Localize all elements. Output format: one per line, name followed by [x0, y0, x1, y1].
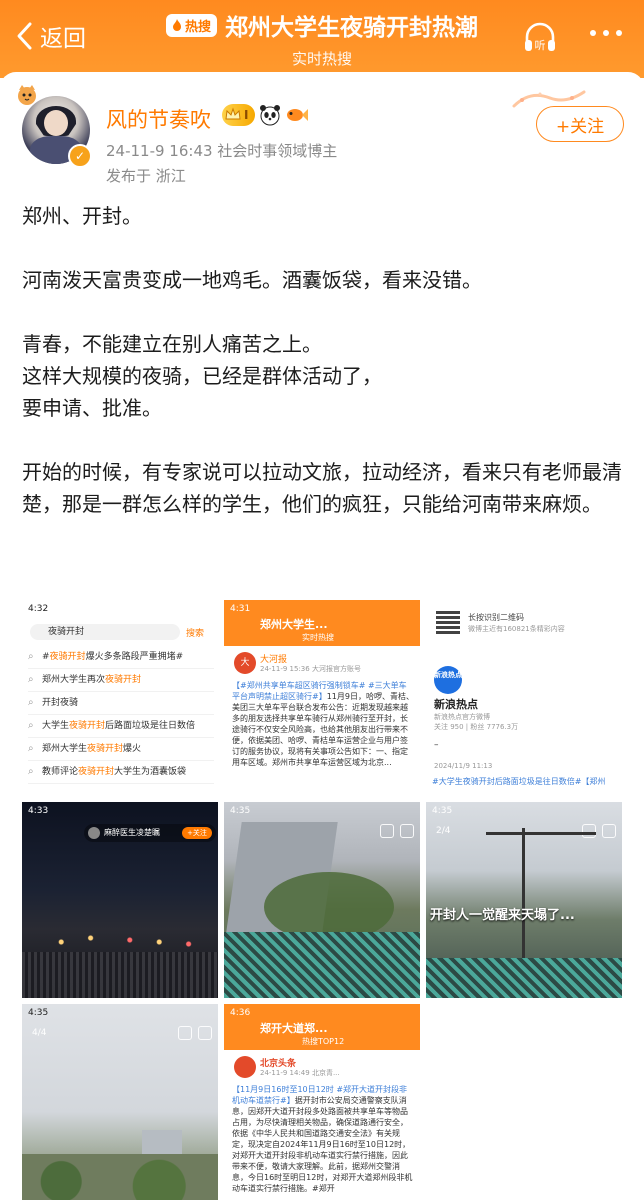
- header-title-block: 热搜 郑州大学生夜骑开封热潮 实时热搜: [140, 8, 504, 69]
- page-subtitle: 实时热搜: [291, 50, 352, 68]
- suggestion-list: #夜骑开封爆火多条路段严重拥堵#郑州大学生再次夜骑开封开封夜骑大学生夜骑开封后路…: [28, 646, 214, 784]
- image-sky-trees[interactable]: 4:35 4/4: [22, 1004, 218, 1200]
- suggestion-item: 开封夜骑: [28, 692, 214, 715]
- goldfish-icon: [287, 109, 309, 121]
- image-bikes-street[interactable]: 4:35: [224, 802, 420, 998]
- qr-code-icon: [436, 610, 460, 634]
- page-title: 郑州大学生夜骑开封热潮: [225, 15, 478, 41]
- listen-button[interactable]: 听: [522, 20, 558, 56]
- post-body: 郑州、开封。 河南泼天富贵变成一地鸡毛。酒囊饭袋，看来没错。 青春，不能建立在别…: [22, 200, 626, 520]
- suggestion-item: #夜骑开封爆火多条路段严重拥堵#: [28, 646, 214, 669]
- search-input: 夜骑开封: [30, 624, 180, 640]
- image-street-caption[interactable]: 4:35 2/4 开封人一觉醒来天塌了...: [426, 802, 622, 998]
- follow-button[interactable]: +关注: [536, 106, 624, 142]
- image-news-card[interactable]: 长按识别二维码 微博主近有160821条精彩内容 新浪热点 新浪热点 新浪热点官…: [426, 600, 622, 796]
- level-badge[interactable]: I: [222, 104, 256, 126]
- hot-search-header: 返回 热搜 郑州大学生夜骑开封热潮 实时热搜 听: [0, 0, 644, 78]
- verified-badge: ✓: [68, 144, 92, 168]
- panda-icon: [260, 105, 281, 126]
- dot-icon: [590, 30, 596, 36]
- image-notice-screenshot[interactable]: 4:31 郑州大学生... 实时热搜 大 大河报 24-11-9 15:36 大…: [224, 600, 420, 796]
- expand-icon: [380, 824, 394, 838]
- fire-icon: [172, 19, 181, 31]
- post-meta: 24-11-9 16:43 社会时事领域博主: [106, 142, 338, 160]
- video-author-chip: 麻醉医生凌楚瞩 +关注: [84, 824, 216, 842]
- avatar: [88, 827, 100, 839]
- post-paragraph: 青春，不能建立在别人痛苦之上。 这样大规模的夜骑，已经是群体活动了， 要申请、批…: [22, 332, 382, 420]
- post-paragraph: 开始的时候，有专家说可以拉动文旅，拉动经济，看来只有老师最清楚，那是一群怎么样的…: [22, 460, 622, 516]
- source-logo-icon: 大: [234, 652, 256, 674]
- back-button[interactable]: 返回: [14, 16, 86, 56]
- hot-search-badge: 热搜: [165, 13, 217, 37]
- crown-icon: [225, 107, 241, 120]
- suggestion-item: 教师评论夜骑开封大学生为酒囊饭袋: [28, 761, 214, 784]
- post-paragraph: 河南泼天富贵变成一地鸡毛。酒囊饭袋，看来没错。: [22, 268, 482, 292]
- cat-badge-icon: [18, 85, 36, 105]
- username[interactable]: 风的节奏吹: [106, 104, 211, 134]
- headphones-icon: 听: [525, 22, 555, 52]
- post-location: 发布于 浙江: [106, 167, 186, 185]
- chevron-left-icon: [17, 22, 32, 50]
- post-paragraph: 郑州、开封。: [22, 204, 142, 228]
- image-search-screenshot[interactable]: 4:32 夜骑开封 搜索 #夜骑开封爆火多条路段严重拥堵#郑州大学生再次夜骑开封…: [22, 600, 218, 796]
- sina-logo-icon: 新浪热点: [434, 666, 462, 694]
- suggestion-item: 郑州大学生再次夜骑开封: [28, 669, 214, 692]
- suggestion-item: 郑州大学生夜骑开封爆火: [28, 738, 214, 761]
- user-badges: I: [222, 104, 309, 126]
- expand-icon: [582, 824, 596, 838]
- share-icon: [198, 1026, 212, 1040]
- suggestion-item: 大学生夜骑开封后路面垃圾是往日数倍: [28, 715, 214, 738]
- share-icon: [400, 824, 414, 838]
- notice-text: 【#郑州共享单车超区骑行强制锁车# #三大单车平台声明禁止超区骑行#】11月9日…: [232, 681, 414, 767]
- search-button: 搜索: [186, 629, 205, 639]
- image-night-street[interactable]: 4:33 麻醉医生凌楚瞩 +关注: [22, 802, 218, 998]
- more-options-button[interactable]: [590, 30, 626, 42]
- dot-icon: [603, 30, 609, 36]
- dot-icon: [616, 30, 622, 36]
- share-icon: [602, 824, 616, 838]
- image-news-article[interactable]: 4:36 郑开大道郑... 热搜TOP12 北京头条 24-11-9 14:49…: [224, 1004, 420, 1200]
- expand-icon: [178, 1026, 192, 1040]
- article-text: 【11月9日16时至10日12时 #郑开大道开封段非机动车道禁行#】据开封市公安…: [232, 1085, 413, 1193]
- back-label: 返回: [40, 26, 86, 52]
- svg-text:听: 听: [535, 39, 546, 52]
- source-logo-icon: [234, 1056, 256, 1078]
